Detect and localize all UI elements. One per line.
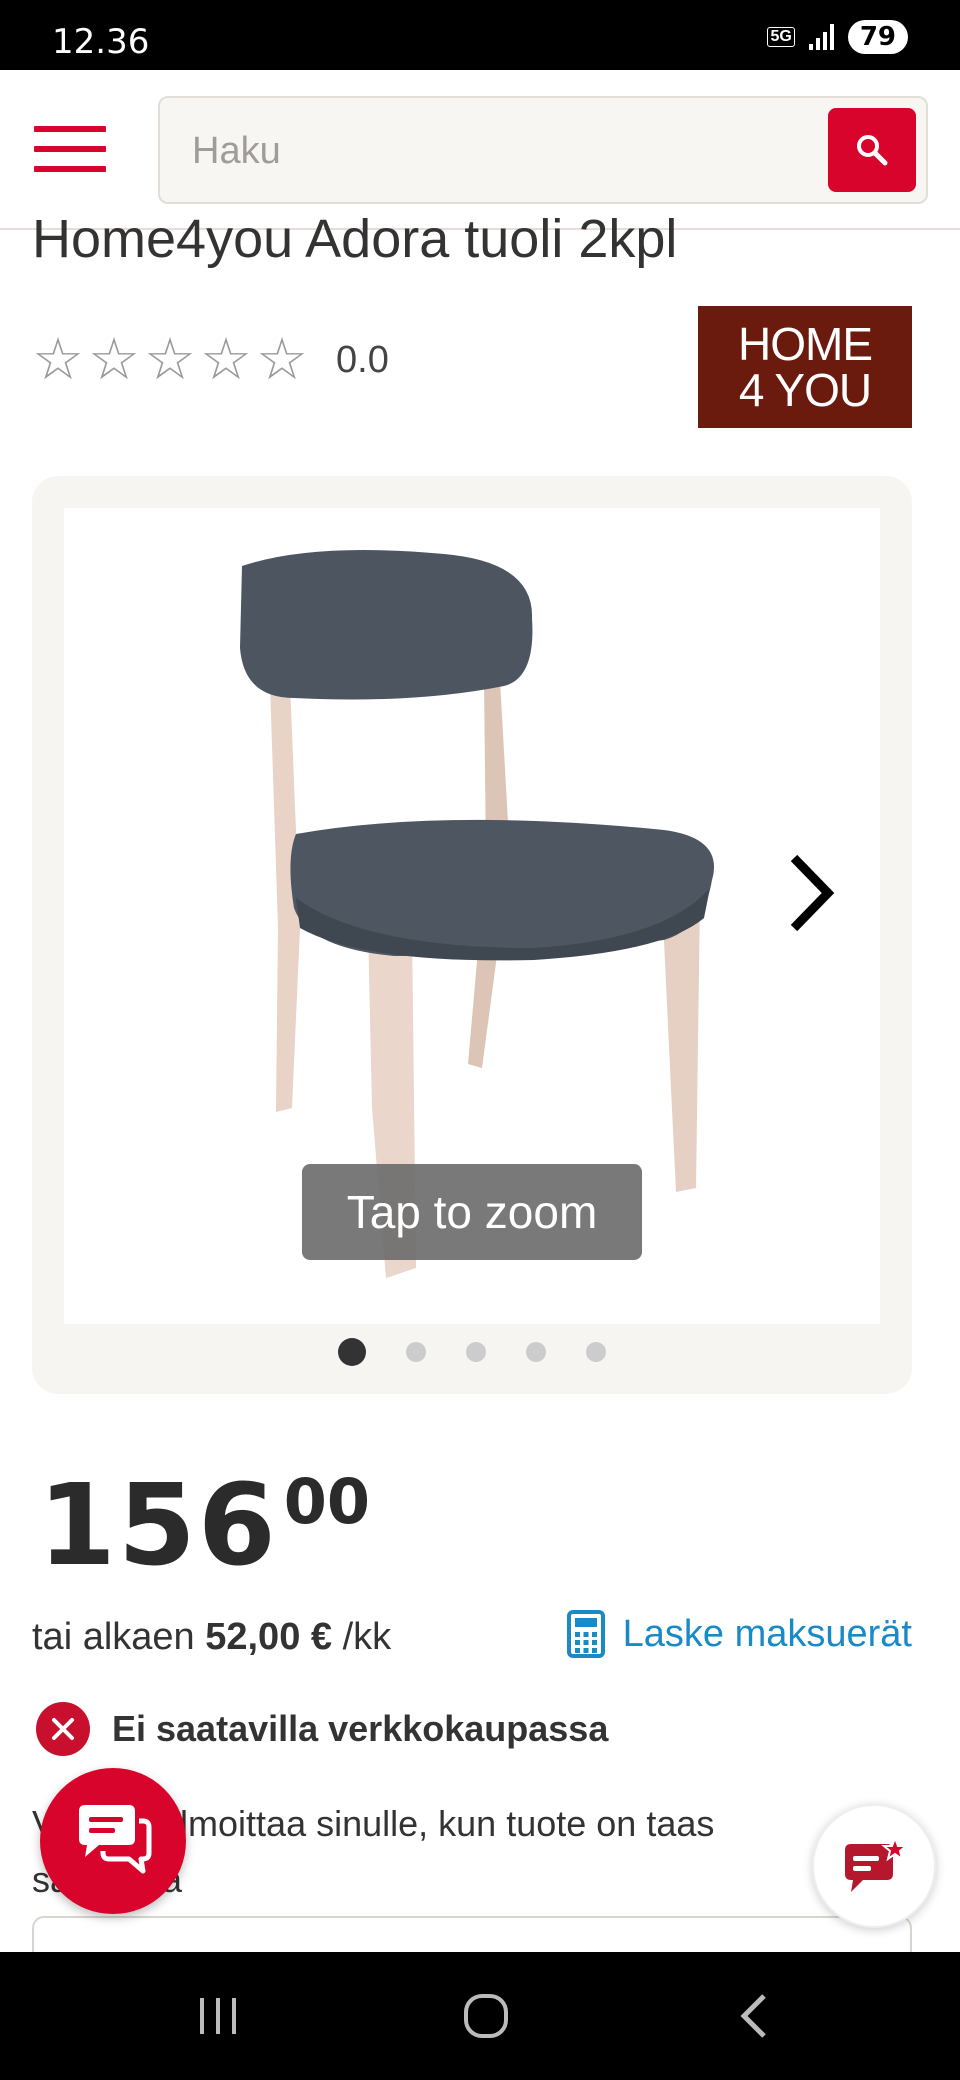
- product-title: Home4you Adora tuoli 2kpl: [32, 209, 678, 269]
- search-input[interactable]: [192, 126, 792, 176]
- status-time: 12.36: [52, 22, 150, 62]
- installment-suffix: /kk: [342, 1616, 392, 1658]
- back-icon[interactable]: [724, 1988, 784, 2044]
- battery-indicator: 79: [847, 20, 908, 54]
- gallery-dot-1[interactable]: [338, 1338, 366, 1366]
- next-image-arrow-icon[interactable]: [782, 848, 842, 938]
- star-icon: ☆: [144, 327, 196, 392]
- price-integer: 156: [38, 1461, 278, 1591]
- installment-amount: 52,00 €: [205, 1616, 333, 1658]
- status-bar: 12.36 5G 79: [0, 0, 960, 70]
- calculate-installments-label: Laske maksuerät: [622, 1612, 912, 1655]
- gallery-dot-4[interactable]: [526, 1342, 546, 1362]
- star-icon: ☆: [32, 327, 84, 392]
- installment-row: tai alkaen 52,00 € /kk Laske maksuerät: [32, 1610, 912, 1666]
- price-decimals: 00: [283, 1465, 371, 1538]
- system-navigation-bar: [0, 1952, 960, 2080]
- installment-text: tai alkaen 52,00 € /kk: [32, 1616, 391, 1659]
- rating-stars: ☆ ☆ ☆ ☆ ☆: [32, 330, 308, 390]
- installment-prefix: tai alkaen: [32, 1616, 195, 1658]
- gallery-dot-3[interactable]: [466, 1342, 486, 1362]
- hamburger-menu-icon[interactable]: [34, 126, 106, 176]
- availability-text: Ei saatavilla verkkokaupassa: [112, 1708, 609, 1749]
- gallery-pagination: [32, 1338, 912, 1366]
- calculate-installments-link[interactable]: Laske maksuerät: [566, 1610, 912, 1658]
- tap-to-zoom-hint[interactable]: Tap to zoom: [302, 1164, 642, 1260]
- star-icon: ☆: [200, 327, 252, 392]
- network-5g-icon: 5G: [767, 27, 795, 47]
- star-icon: ☆: [256, 327, 308, 392]
- search-button[interactable]: [828, 108, 916, 192]
- availability-status: Ei saatavilla verkkokaupassa: [36, 1702, 608, 1756]
- chat-button[interactable]: [40, 1768, 186, 1914]
- star-icon: ☆: [88, 327, 140, 392]
- product-price: 156 00: [38, 1461, 371, 1591]
- brand-logo-line2: 4 YOU: [738, 364, 872, 416]
- product-gallery: Tap to zoom: [32, 476, 912, 1394]
- recent-apps-icon[interactable]: [188, 1988, 248, 2044]
- unavailable-icon: [36, 1702, 90, 1756]
- brand-logo[interactable]: HOME 4 YOU: [698, 306, 912, 428]
- gallery-dot-5[interactable]: [586, 1342, 606, 1362]
- calculator-icon: [566, 1610, 605, 1658]
- chat-bubbles-icon: [79, 1805, 152, 1874]
- status-indicators: 5G 79: [767, 20, 908, 54]
- feedback-star-icon: [845, 1836, 907, 1892]
- search-bar: [158, 96, 928, 204]
- signal-icon: [808, 24, 834, 50]
- rating-value: 0.0: [336, 338, 389, 381]
- site-header: [0, 70, 960, 230]
- search-icon: [857, 135, 888, 166]
- brand-logo-line1: HOME: [738, 318, 873, 370]
- feedback-button[interactable]: [812, 1804, 936, 1928]
- rating-row[interactable]: ☆ ☆ ☆ ☆ ☆ 0.0: [32, 330, 389, 390]
- home-icon[interactable]: [456, 1988, 516, 2044]
- gallery-dot-2[interactable]: [406, 1342, 426, 1362]
